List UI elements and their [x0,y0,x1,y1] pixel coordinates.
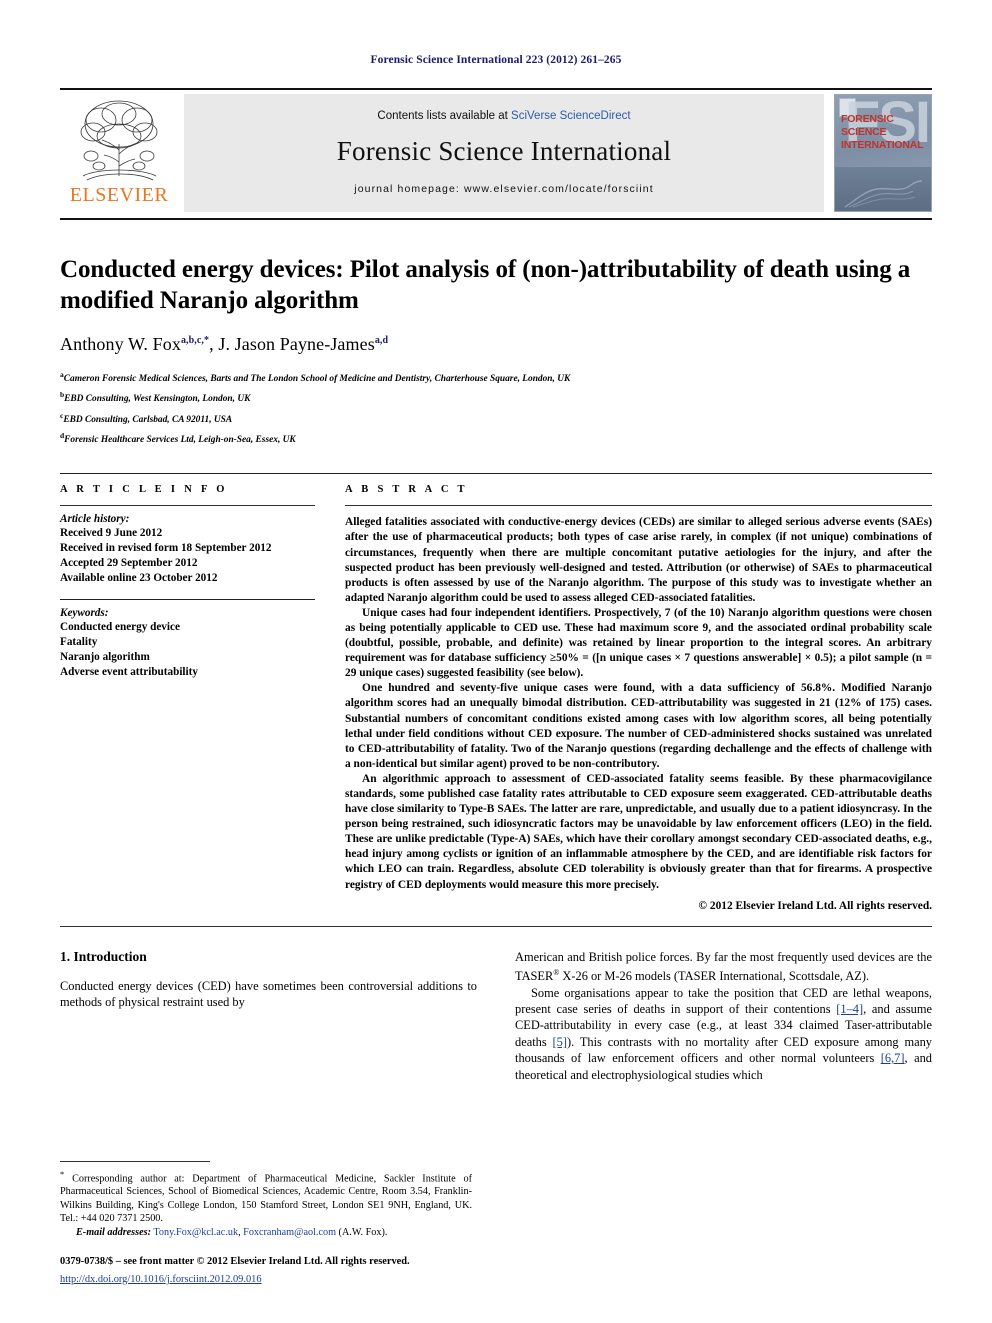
cover-illustration [844,180,923,208]
article-page: Forensic Science International 223 (2012… [0,0,992,1323]
affiliation-item: cEBD Consulting, Carlsbad, CA 92011, USA [60,409,932,427]
keywords-label: Keywords: [60,607,109,620]
abstract-column: A B S T R A C T Alleged fatalities assoc… [345,474,932,912]
affiliation-item: dForensic Healthcare Services Ltd, Leigh… [60,429,932,447]
contents-available-line: Contents lists available at SciVerse Sci… [377,110,630,122]
abstract-paragraph: Unique cases had four independent identi… [345,606,932,680]
article-info-column: A R T I C L E I N F O Article history: R… [60,474,345,911]
contents-prefix: Contents lists available at [377,109,508,122]
abstract-divider [345,505,932,507]
issn-front-matter-line: 0379-0738/$ – see front matter © 2012 El… [60,1256,410,1267]
keywords-divider [60,599,315,601]
body-column-left: 1. Introduction Conducted energy devices… [60,949,477,1083]
keyword-item: Adverse event attributability [60,666,198,679]
contents-box: Contents lists available at SciVerse Sci… [184,94,824,212]
keyword-item: Fatality [60,636,98,649]
citation-link-1-4[interactable]: [1–4] [836,1002,863,1016]
history-item: Accepted 29 September 2012 [60,557,198,570]
cover-title-line-3: INTERNATIONAL [841,139,924,151]
journal-masthead: ELSEVIER Contents lists available at Sci… [60,88,932,218]
elsevier-logo: ELSEVIER [60,90,178,218]
abstract-paragraph: One hundred and seventy-five unique case… [345,682,932,770]
affiliation-text: Forensic Healthcare Services Ltd, Leigh-… [64,435,296,446]
history-item: Received in revised form 18 September 20… [60,542,272,555]
doi-link[interactable]: http://dx.doi.org/10.1016/j.forsciint.20… [60,1274,262,1285]
author-marks-2: a,d [374,335,389,346]
article-history-label: Article history: [60,513,130,526]
journal-homepage[interactable]: journal homepage: www.elsevier.com/locat… [354,183,653,195]
abstract-paragraph: An algorithmic approach to assessment of… [345,772,932,891]
email-note: E-mail addresses: Tony.Fox@kcl.ac.uk, Fo… [76,1226,388,1238]
footnote-area: * Corresponding author at: Department of… [60,1160,472,1287]
body-text-run: ). This contrasts with no mortality afte… [515,1034,932,1066]
footnote-rule [60,1160,210,1162]
body-column-right: American and British police forces. By f… [515,949,932,1083]
affiliation-item: bEBD Consulting, West Kensington, London… [60,388,932,406]
affiliation-text: EBD Consulting, Carlsbad, CA 92011, USA [63,414,233,425]
history-item: Available online 23 October 2012 [60,572,218,585]
cover-title-line-1: FORENSIC [841,113,894,125]
author-list: Anthony W. Foxa,b,c,*, J. Jason Payne-Ja… [60,334,389,354]
history-item: Received 9 June 2012 [60,527,163,540]
affiliation-text: Cameron Forensic Medical Sciences, Barts… [63,374,571,385]
abstract-copyright: © 2012 Elsevier Ireland Ltd. All rights … [698,899,932,912]
elsevier-wordmark: ELSEVIER [69,184,169,206]
body-paragraph: Conducted energy devices (CED) have some… [60,978,477,1010]
author-name-1: Anthony W. Fox [60,334,181,354]
abstract-paragraph: Alleged fatalities associated with condu… [345,516,932,604]
elsevier-tree-icon [80,100,158,181]
article-info-heading: A R T I C L E I N F O [60,484,228,496]
body-top-rule [60,925,932,927]
cover-title-lines: FORENSIC SCIENCE INTERNATIONAL [841,113,924,152]
masthead-bottom-rule [60,218,932,220]
affiliation-list: aCameron Forensic Medical Sciences, Bart… [60,368,932,447]
keyword-item: Conducted energy device [60,621,180,634]
email-attribution: (A.W. Fox). [338,1226,388,1238]
email-link-2[interactable]: Foxcranham@aol.com [243,1227,336,1238]
abstract-heading: A B S T R A C T [345,484,468,496]
author-marks-1: a,b,c,* [180,335,210,346]
email-link-1[interactable]: Tony.Fox@kcl.ac.uk [153,1227,238,1238]
body-paragraph: Some organisations appear to take the po… [515,985,932,1083]
issn-block: 0379-0738/$ – see front matter © 2012 El… [60,1255,472,1287]
section-heading-introduction: 1. Introduction [60,948,147,964]
sciencedirect-link[interactable]: SciVerse ScienceDirect [511,110,631,122]
body-paragraph: American and British police forces. By f… [515,949,932,985]
email-label: E-mail addresses: [76,1226,151,1238]
cover-title-line-2: SCIENCE [841,126,887,138]
corresponding-author-text: Corresponding author at: Department of P… [60,1172,472,1225]
citation-link-6-7[interactable]: [6,7] [881,1051,905,1065]
journal-cover-thumbnail: FSI FORENSIC SCIENCE INTERNATIONAL An in… [834,94,932,212]
affiliation-item: aCameron Forensic Medical Sciences, Bart… [60,368,932,386]
info-abstract-region: A R T I C L E I N F O Article history: R… [60,474,932,912]
corresponding-author-note: * Corresponding author at: Department of… [60,1168,472,1226]
journal-title: Forensic Science International [336,135,672,166]
author-name-2: J. Jason Payne-James [218,334,375,354]
body-text-run: X-26 or M-26 models (TASER International… [559,969,870,984]
citation-link-5[interactable]: [5] [553,1035,567,1049]
page-title: Conducted energy devices: Pilot analysis… [60,256,911,314]
affiliation-text: EBD Consulting, West Kensington, London,… [64,394,251,405]
keyword-item: Naranjo algorithm [60,651,150,664]
running-head: Forensic Science International 223 (2012… [370,54,622,66]
body-columns: 1. Introduction Conducted energy devices… [60,949,932,1083]
info-divider [60,505,315,507]
